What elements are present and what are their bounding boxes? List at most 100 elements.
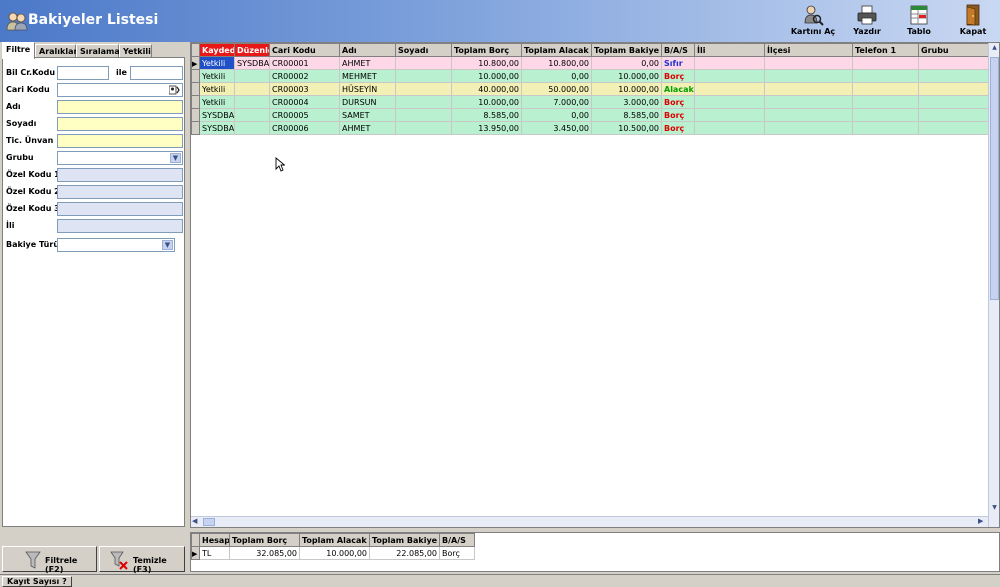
cell-ilcesi[interactable] [764, 108, 853, 122]
table-row[interactable]: ▶ Yetkili SYSDBA CR00001 AHMET 10.800,00 10.80… [191, 56, 989, 70]
cell-bas[interactable]: Borç [661, 108, 695, 122]
col-header-toplam-borc[interactable]: Toplam Borç [451, 43, 522, 57]
cell-telefon-1[interactable] [852, 82, 919, 96]
cell-grubu[interactable] [918, 95, 989, 109]
col-header-toplam-bakiye[interactable]: Toplam Bakiye [591, 43, 662, 57]
summary-col-hesap[interactable]: Hesap [199, 533, 230, 547]
tab-araliklar[interactable]: Aralıklar [35, 44, 77, 58]
cell-adi[interactable]: DURSUN [339, 95, 396, 109]
col-header-ili[interactable]: İli [694, 43, 765, 57]
cell-adi[interactable]: AHMET [339, 56, 396, 70]
cell-toplam-borc[interactable]: 10.000,00 [451, 95, 522, 109]
ozel-kodu-3-input[interactable] [57, 202, 183, 216]
cell-soyadi[interactable] [395, 56, 452, 70]
cell-ili[interactable] [694, 82, 765, 96]
scroll-right-icon[interactable]: ▶ [978, 517, 987, 525]
grubu-select[interactable]: ▼ [57, 151, 183, 165]
cell-toplam-borc[interactable]: 10.800,00 [451, 56, 522, 70]
cell-telefon-1[interactable] [852, 121, 919, 135]
cell-ili[interactable] [694, 95, 765, 109]
col-header-kaydeden[interactable]: Kaydede [199, 43, 235, 57]
cell-bas[interactable]: Sıfır [661, 56, 695, 70]
scroll-left-icon[interactable]: ◀ [192, 517, 201, 525]
bil-cr-kodu-end-input[interactable] [130, 66, 183, 80]
cell-toplam-bakiye[interactable]: 10.000,00 [591, 82, 662, 96]
card-open-button[interactable]: Kartını Aç [786, 2, 840, 40]
cell-duzenle[interactable] [234, 108, 270, 122]
table-row[interactable]: Yetkili CR00003 HÜSEYİN 40.000,00 50.000,00 1… [191, 82, 989, 96]
cell-toplam-alacak[interactable]: 3.450,00 [521, 121, 592, 135]
summary-col-bas[interactable]: B/A/S [439, 533, 475, 547]
cell-ilcesi[interactable] [764, 121, 853, 135]
cell-toplam-alacak[interactable]: 10.800,00 [521, 56, 592, 70]
lookup-icon[interactable] [169, 85, 180, 95]
clear-button[interactable]: Temizle (F3) [99, 546, 185, 574]
cell-ili[interactable] [694, 69, 765, 83]
cell-telefon-1[interactable] [852, 56, 919, 70]
cell-bas[interactable]: Borç [661, 121, 695, 135]
cell-soyadi[interactable] [395, 69, 452, 83]
cell-ili[interactable] [694, 108, 765, 122]
col-header-grubu[interactable]: Grubu [918, 43, 989, 57]
cell-toplam-bakiye[interactable]: 0,00 [591, 56, 662, 70]
summary-grid[interactable]: Hesap Toplam Borç Toplam Alacak Toplam B… [190, 532, 1000, 572]
cell-toplam-alacak[interactable]: 0,00 [521, 69, 592, 83]
cari-kodu-input[interactable] [57, 83, 183, 97]
cell-cari-kodu[interactable]: CR00006 [269, 121, 340, 135]
cell-toplam-alacak[interactable]: 50.000,00 [521, 82, 592, 96]
col-header-ilcesi[interactable]: İlçesi [764, 43, 853, 57]
cell-kaydeden[interactable]: SYSDBA [199, 121, 235, 135]
tic-unvan-input[interactable] [57, 134, 183, 148]
cell-grubu[interactable] [918, 56, 989, 70]
cell-bas[interactable]: Borç [661, 69, 695, 83]
cell-ilcesi[interactable] [764, 56, 853, 70]
cell-duzenle[interactable] [234, 95, 270, 109]
cell-duzenle[interactable] [234, 69, 270, 83]
col-header-toplam-alacak[interactable]: Toplam Alacak [521, 43, 592, 57]
cell-telefon-1[interactable] [852, 108, 919, 122]
adi-input[interactable] [57, 100, 183, 114]
cell-toplam-borc[interactable]: 40.000,00 [451, 82, 522, 96]
row-indicator[interactable] [191, 82, 200, 96]
cell-adi[interactable]: MEHMET [339, 69, 396, 83]
close-button[interactable]: Kapat [946, 2, 1000, 40]
cell-soyadi[interactable] [395, 95, 452, 109]
summary-col-toplam-borc[interactable]: Toplam Borç [229, 533, 300, 547]
col-header-soyadi[interactable]: Soyadı [395, 43, 452, 57]
cell-duzenle[interactable]: SYSDBA [234, 56, 270, 70]
cell-kaydeden[interactable]: Yetkili [199, 69, 235, 83]
row-indicator[interactable] [191, 95, 200, 109]
cell-soyadi[interactable] [395, 108, 452, 122]
ozel-kodu-2-input[interactable] [57, 185, 183, 199]
bakiye-turu-select[interactable]: ▼ [57, 238, 175, 252]
filter-button[interactable]: Filtrele (F2) [2, 546, 97, 574]
cell-cari-kodu[interactable]: CR00004 [269, 95, 340, 109]
cell-bas[interactable]: Borç [661, 95, 695, 109]
cell-cari-kodu[interactable]: CR00002 [269, 69, 340, 83]
chevron-down-icon[interactable]: ▼ [170, 153, 181, 163]
horizontal-scroll-thumb[interactable] [203, 518, 215, 526]
table-row[interactable]: SYSDBA CR00006 AHMET 13.950,00 3.450,00 10.50… [191, 121, 989, 135]
scroll-down-icon[interactable]: ▼ [990, 504, 999, 514]
cell-toplam-borc[interactable]: 10.000,00 [451, 69, 522, 83]
cell-toplam-bakiye[interactable]: 8.585,00 [591, 108, 662, 122]
scroll-up-icon[interactable]: ▲ [990, 44, 999, 54]
cell-soyadi[interactable] [395, 121, 452, 135]
cell-adi[interactable]: SAMET [339, 108, 396, 122]
cell-bas[interactable]: Alacak [661, 82, 695, 96]
tab-siralama[interactable]: Sıralama [76, 44, 120, 58]
summary-col-toplam-alacak[interactable]: Toplam Alacak [299, 533, 370, 547]
cell-soyadi[interactable] [395, 82, 452, 96]
cell-toplam-bakiye[interactable]: 10.000,00 [591, 69, 662, 83]
table-row[interactable]: Yetkili CR00002 MEHMET 10.000,00 0,00 10.000,… [191, 69, 989, 83]
bil-cr-kodu-start-input[interactable] [57, 66, 109, 80]
chevron-down-icon[interactable]: ▼ [162, 240, 173, 250]
cell-ili[interactable] [694, 56, 765, 70]
col-header-cari-kodu[interactable]: Cari Kodu [269, 43, 340, 57]
cell-kaydeden[interactable]: Yetkili [199, 56, 235, 70]
cell-toplam-bakiye[interactable]: 3.000,00 [591, 95, 662, 109]
col-header-bas[interactable]: B/A/S [661, 43, 695, 57]
table-row[interactable]: Yetkili CR00004 DURSUN 10.000,00 7.000,00 3.0… [191, 95, 989, 109]
cell-telefon-1[interactable] [852, 95, 919, 109]
cell-cari-kodu[interactable]: CR00005 [269, 108, 340, 122]
